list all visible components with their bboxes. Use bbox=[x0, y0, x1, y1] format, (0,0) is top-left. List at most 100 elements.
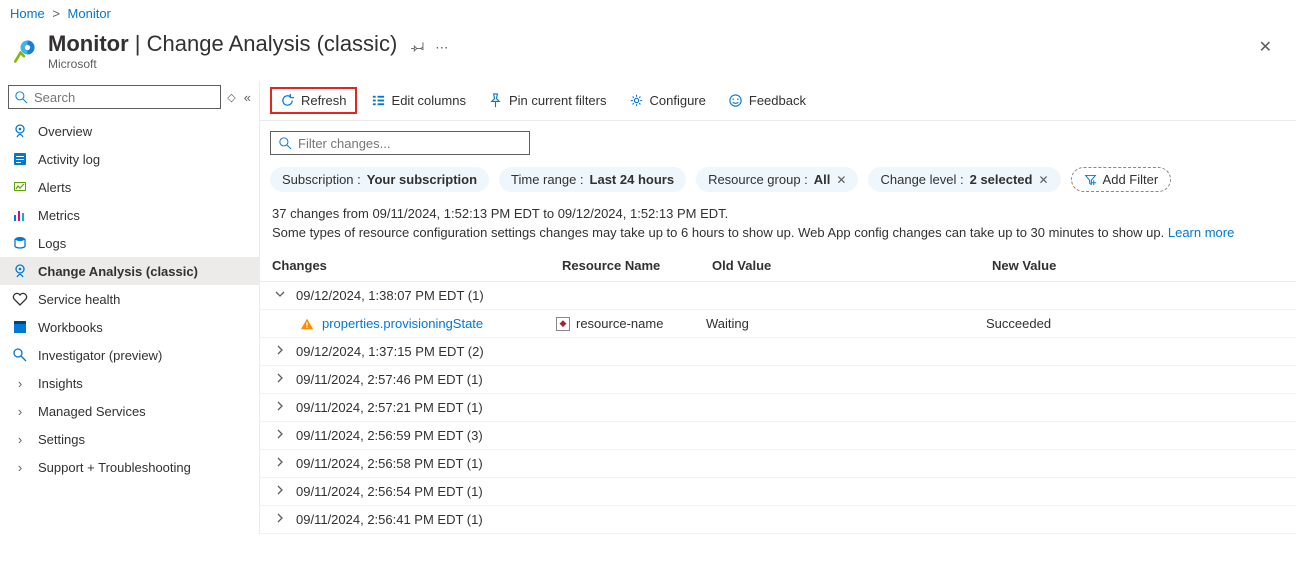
learn-more-link[interactable]: Learn more bbox=[1168, 225, 1234, 240]
pill-resource-group[interactable]: Resource group : All ✕ bbox=[696, 167, 858, 192]
feedback-icon bbox=[728, 93, 743, 108]
col-old[interactable]: Old Value bbox=[712, 258, 992, 273]
resource-icon: ◆ bbox=[556, 317, 570, 331]
pin-icon bbox=[488, 93, 503, 108]
sidebar-item-label: Logs bbox=[38, 236, 66, 251]
resource-name: resource-name bbox=[576, 316, 663, 331]
sidebar-item-label: Support + Troubleshooting bbox=[38, 460, 191, 475]
row-timestamp: 09/11/2024, 2:57:21 PM EDT (1) bbox=[296, 400, 483, 415]
sidebar-item-investigator[interactable]: Investigator (preview) bbox=[0, 341, 259, 369]
sidebar-item-insights[interactable]: › Insights bbox=[0, 369, 259, 397]
sidebar-search[interactable] bbox=[8, 85, 221, 109]
pill-time-range[interactable]: Time range : Last 24 hours bbox=[499, 167, 686, 192]
sidebar-item-overview[interactable]: Overview bbox=[0, 117, 259, 145]
table-row[interactable]: 09/11/2024, 2:56:59 PM EDT (3) bbox=[260, 422, 1296, 450]
sidebar-item-label: Overview bbox=[38, 124, 92, 139]
toolbar: Refresh Edit columns Pin current filters… bbox=[260, 81, 1296, 121]
configure-button[interactable]: Configure bbox=[621, 89, 714, 112]
pill-subscription[interactable]: Subscription : Your subscription bbox=[270, 167, 489, 192]
info-text: Some types of resource configuration set… bbox=[260, 225, 1296, 250]
table-row[interactable]: 09/12/2024, 1:37:15 PM EDT (2) bbox=[260, 338, 1296, 366]
expand-icon[interactable]: ◇ bbox=[225, 89, 237, 106]
sidebar-item-settings[interactable]: › Settings bbox=[0, 425, 259, 453]
change-row[interactable]: properties.provisioningState ◆ resource-na… bbox=[260, 310, 1296, 338]
sidebar-item-service-health[interactable]: Service health bbox=[0, 285, 259, 313]
breadcrumb-monitor[interactable]: Monitor bbox=[68, 6, 111, 21]
col-new[interactable]: New Value bbox=[992, 258, 1284, 273]
row-timestamp: 09/11/2024, 2:56:58 PM EDT (1) bbox=[296, 456, 483, 471]
sidebar-item-label: Alerts bbox=[38, 180, 71, 195]
col-changes[interactable]: Changes bbox=[272, 258, 562, 273]
page-header: Monitor | Change Analysis (classic) Micr… bbox=[0, 27, 1296, 81]
row-timestamp: 09/11/2024, 2:56:59 PM EDT (3) bbox=[296, 428, 483, 443]
row-timestamp: 09/11/2024, 2:57:46 PM EDT (1) bbox=[296, 372, 483, 387]
filter-pills: Subscription : Your subscription Time ra… bbox=[260, 155, 1296, 196]
add-filter-button[interactable]: Add Filter bbox=[1071, 167, 1172, 192]
chevron-right-icon: > bbox=[52, 6, 60, 21]
chevron-right-icon[interactable] bbox=[272, 428, 288, 443]
clear-icon[interactable]: ✕ bbox=[1038, 173, 1048, 187]
logs-icon bbox=[12, 235, 28, 251]
chevron-down-icon[interactable] bbox=[272, 288, 288, 303]
close-button[interactable]: ✕ bbox=[1245, 31, 1286, 63]
sidebar-item-activity-log[interactable]: Activity log bbox=[0, 145, 259, 173]
table-row[interactable]: 09/11/2024, 2:57:46 PM EDT (1) bbox=[260, 366, 1296, 394]
sidebar-item-change-analysis[interactable]: Change Analysis (classic) bbox=[0, 257, 259, 285]
publisher-label: Microsoft bbox=[48, 57, 397, 71]
collapse-sidebar-icon[interactable]: « bbox=[242, 88, 253, 107]
pill-change-level[interactable]: Change level : 2 selected ✕ bbox=[868, 167, 1060, 192]
monitor-icon bbox=[10, 37, 38, 65]
filter-changes-input[interactable] bbox=[270, 131, 530, 155]
clear-icon[interactable]: ✕ bbox=[836, 173, 846, 187]
chevron-right-icon[interactable] bbox=[272, 372, 288, 387]
sidebar-item-managed-services[interactable]: › Managed Services bbox=[0, 397, 259, 425]
breadcrumb: Home > Monitor bbox=[0, 0, 1296, 27]
sidebar-item-label: Insights bbox=[38, 376, 83, 391]
feedback-button[interactable]: Feedback bbox=[720, 89, 814, 112]
table-row[interactable]: 09/11/2024, 2:56:41 PM EDT (1) bbox=[260, 506, 1296, 534]
table-header: Changes Resource Name Old Value New Valu… bbox=[260, 250, 1296, 282]
chevron-right-icon: › bbox=[12, 459, 28, 475]
sidebar-item-workbooks[interactable]: Workbooks bbox=[0, 313, 259, 341]
columns-icon bbox=[371, 93, 386, 108]
table-row[interactable]: 09/11/2024, 2:56:54 PM EDT (1) bbox=[260, 478, 1296, 506]
table-row[interactable]: 09/11/2024, 2:57:21 PM EDT (1) bbox=[260, 394, 1296, 422]
refresh-button[interactable]: Refresh bbox=[270, 87, 357, 114]
sidebar-item-label: Settings bbox=[38, 432, 85, 447]
chevron-right-icon[interactable] bbox=[272, 512, 288, 527]
sidebar-item-metrics[interactable]: Metrics bbox=[0, 201, 259, 229]
search-input[interactable] bbox=[34, 90, 214, 105]
warning-icon bbox=[300, 317, 314, 331]
row-timestamp: 09/11/2024, 2:56:54 PM EDT (1) bbox=[296, 484, 483, 499]
row-timestamp: 09/12/2024, 1:38:07 PM EDT (1) bbox=[296, 288, 484, 303]
breadcrumb-home[interactable]: Home bbox=[10, 6, 45, 21]
table-row[interactable]: 09/12/2024, 1:38:07 PM EDT (1) bbox=[260, 282, 1296, 310]
sidebar-item-label: Metrics bbox=[38, 208, 80, 223]
pin-filters-button[interactable]: Pin current filters bbox=[480, 89, 615, 112]
more-icon[interactable]: ⋯ bbox=[435, 40, 448, 56]
sidebar: ◇ « Overview Activity log Alerts Metrics… bbox=[0, 81, 259, 534]
alerts-icon bbox=[12, 179, 28, 195]
search-icon bbox=[279, 137, 292, 150]
sidebar-item-support[interactable]: › Support + Troubleshooting bbox=[0, 453, 259, 481]
chevron-right-icon[interactable] bbox=[272, 400, 288, 415]
chevron-right-icon: › bbox=[12, 375, 28, 391]
gear-icon bbox=[629, 93, 644, 108]
sidebar-item-label: Change Analysis (classic) bbox=[38, 264, 198, 279]
table-row[interactable]: 09/11/2024, 2:56:58 PM EDT (1) bbox=[260, 450, 1296, 478]
chevron-right-icon[interactable] bbox=[272, 484, 288, 499]
sidebar-item-alerts[interactable]: Alerts bbox=[0, 173, 259, 201]
new-value: Succeeded bbox=[986, 316, 1051, 331]
chevron-right-icon[interactable] bbox=[272, 344, 288, 359]
edit-columns-button[interactable]: Edit columns bbox=[363, 89, 474, 112]
chevron-right-icon[interactable] bbox=[272, 456, 288, 471]
main-content: Refresh Edit columns Pin current filters… bbox=[259, 81, 1296, 534]
col-resource[interactable]: Resource Name bbox=[562, 258, 712, 273]
pin-icon[interactable] bbox=[411, 39, 425, 56]
property-link[interactable]: properties.provisioningState bbox=[322, 316, 483, 331]
filter-add-icon bbox=[1084, 173, 1097, 186]
summary-text: 37 changes from 09/11/2024, 1:52:13 PM E… bbox=[260, 196, 1296, 225]
refresh-icon bbox=[280, 93, 295, 108]
sidebar-item-logs[interactable]: Logs bbox=[0, 229, 259, 257]
row-timestamp: 09/11/2024, 2:56:41 PM EDT (1) bbox=[296, 512, 483, 527]
